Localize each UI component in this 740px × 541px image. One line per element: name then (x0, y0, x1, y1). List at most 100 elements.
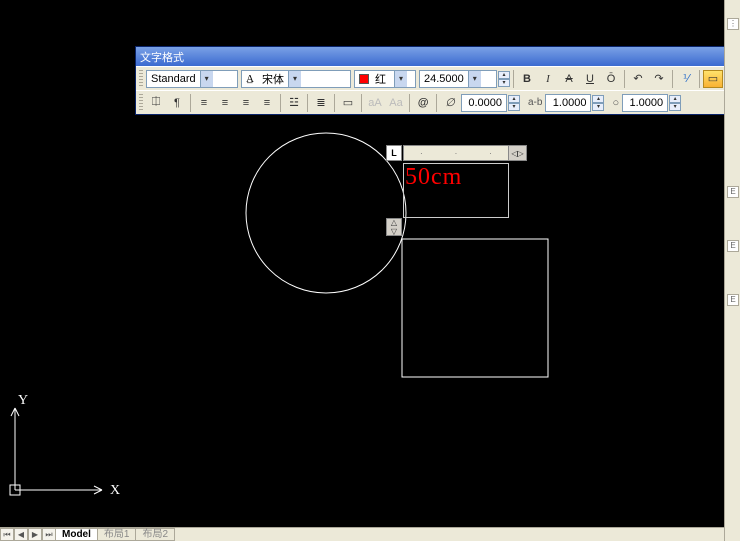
tab-model[interactable]: Model (56, 528, 98, 541)
color-dropdown[interactable]: 红 ▾ (354, 70, 416, 88)
separator (624, 70, 625, 88)
paragraph-icon: ¶ (174, 97, 180, 109)
symbol-button[interactable]: @ (413, 93, 433, 113)
lowercase-button[interactable]: Aa (386, 93, 406, 113)
tab-layout1[interactable]: 布局1 (98, 528, 137, 541)
spin-down-icon[interactable]: ▾ (669, 103, 681, 111)
line-spacing-button[interactable]: ☳ (284, 93, 304, 113)
style-dropdown[interactable]: Standard ▾ (146, 70, 238, 88)
ucs-icon (10, 408, 102, 495)
separator (699, 70, 700, 88)
mtext-content[interactable]: 50cm (405, 164, 462, 191)
spin-up-icon[interactable]: ▴ (508, 95, 520, 103)
axis-y-label: Y (18, 393, 28, 408)
grip-icon[interactable] (139, 94, 143, 112)
right-slot-1[interactable]: E (727, 186, 739, 198)
font-value: 宋体 (258, 71, 288, 87)
separator (513, 70, 514, 88)
size-spinner[interactable]: ▴▾ (498, 71, 510, 87)
oblique-spinner[interactable]: ▴▾ (508, 95, 520, 111)
paragraph-button[interactable]: ¶ (167, 93, 187, 113)
align-left-icon: ≡ (201, 97, 207, 109)
columns-button[interactable]: ⎅ (146, 93, 166, 113)
ruler-icon: ▭ (708, 72, 718, 85)
spin-down-icon[interactable]: ▾ (498, 79, 510, 87)
font-dropdown[interactable]: A̲ 宋体 ▾ (241, 70, 351, 88)
tab-nav-prev-button[interactable]: ◀ (14, 528, 28, 541)
layout-tab-bar: ⏮ ◀ ▶ ⏭ Model 布局1 布局2 (0, 527, 724, 541)
separator (361, 94, 362, 112)
tab-layout2[interactable]: 布局2 (136, 528, 175, 541)
right-slot-2[interactable]: E (727, 240, 739, 252)
underline-button[interactable]: U (580, 69, 600, 89)
numbering-icon: ≣ (316, 96, 325, 109)
tab-nav-last-button[interactable]: ⏭ (42, 528, 56, 541)
overline-button[interactable]: Ō (601, 69, 621, 89)
toolbar-row-1: Standard ▾ A̲ 宋体 ▾ 红 ▾ 24.5000 ▾ ▴▾ B I … (136, 66, 735, 90)
numbering-button[interactable]: ≣ (311, 93, 331, 113)
chevron-down-icon: ▾ (200, 71, 213, 87)
columns-icon: ⎅ (152, 96, 161, 109)
style-value: Standard (147, 73, 200, 85)
spin-down-icon[interactable]: ▾ (592, 103, 604, 111)
separator (190, 94, 191, 112)
bold-button[interactable]: B (517, 69, 537, 89)
separator (409, 94, 410, 112)
rect-shape (402, 239, 548, 377)
font-icon: A̲ (242, 73, 258, 85)
align-distribute-button[interactable]: ≡ (257, 93, 277, 113)
align-right-icon: ≡ (243, 97, 249, 109)
tracking-input[interactable]: 1.0000 (545, 94, 591, 112)
tab-nav-next-button[interactable]: ▶ (28, 528, 42, 541)
width-factor-input[interactable]: 1.0000 (622, 94, 668, 112)
color-swatch-icon (359, 74, 369, 84)
right-slot-3[interactable]: E (727, 294, 739, 306)
horizontal-ruler[interactable]: L ··· ◁▷ (386, 145, 527, 161)
tab-nav-first-button[interactable]: ⏮ (0, 528, 14, 541)
ruler-track[interactable]: ··· (403, 145, 509, 161)
size-value: 24.5000 (420, 73, 468, 85)
oblique-input[interactable]: 0.0000 (461, 94, 507, 112)
ruler-expand-v-button[interactable]: △▽ (386, 218, 402, 236)
spin-up-icon[interactable]: ▴ (669, 95, 681, 103)
size-dropdown[interactable]: 24.5000 ▾ (419, 70, 497, 88)
align-center-button[interactable]: ≡ (215, 93, 235, 113)
italic-button[interactable]: I (538, 69, 558, 89)
separator (436, 94, 437, 112)
spin-up-icon[interactable]: ▴ (592, 95, 604, 103)
grip-icon[interactable] (139, 70, 143, 88)
redo-button[interactable]: ↷ (649, 69, 669, 89)
ruler-expand-h-button[interactable]: ◁▷ (509, 145, 527, 161)
stack-button[interactable]: ⅟ (676, 69, 696, 89)
chevron-down-icon: ▾ (468, 71, 481, 87)
spin-up-icon[interactable]: ▴ (498, 71, 510, 79)
axis-x-label: X (110, 483, 120, 498)
oblique-icon-button[interactable]: ∅ (440, 93, 460, 113)
color-value: 红 (371, 71, 390, 87)
mtext-editor[interactable]: L ··· ◁▷ (386, 145, 527, 161)
width-factor-spinner[interactable]: ▴▾ (669, 95, 681, 111)
width-factor-value: 1.0000 (623, 97, 667, 109)
insert-field-button[interactable]: ▭ (338, 93, 358, 113)
separator (307, 94, 308, 112)
align-center-icon: ≡ (222, 97, 228, 109)
right-slot-handle[interactable]: ⋮ (727, 18, 739, 30)
separator (334, 94, 335, 112)
spin-down-icon[interactable]: ▾ (508, 103, 520, 111)
strikethrough-button[interactable]: A (559, 69, 579, 89)
oblique-icon: ∅ (445, 96, 455, 109)
toolbar-title[interactable]: 文字格式 (136, 47, 735, 66)
uppercase-button[interactable]: aA (365, 93, 385, 113)
right-toolbar: ⋮ E E E (724, 0, 740, 541)
tracking-spinner[interactable]: ▴▾ (592, 95, 604, 111)
align-distribute-icon: ≡ (264, 97, 270, 109)
text-format-toolbar: 文字格式 Standard ▾ A̲ 宋体 ▾ 红 ▾ 24.5000 ▾ ▴▾… (135, 46, 736, 115)
separator (672, 70, 673, 88)
tracking-value: 1.0000 (546, 97, 590, 109)
chevron-down-icon: ▾ (394, 71, 407, 87)
align-right-button[interactable]: ≡ (236, 93, 256, 113)
ruler-button[interactable]: ▭ (703, 70, 723, 88)
undo-button[interactable]: ↶ (628, 69, 648, 89)
align-left-button[interactable]: ≡ (194, 93, 214, 113)
ruler-origin-marker: L (386, 145, 402, 161)
